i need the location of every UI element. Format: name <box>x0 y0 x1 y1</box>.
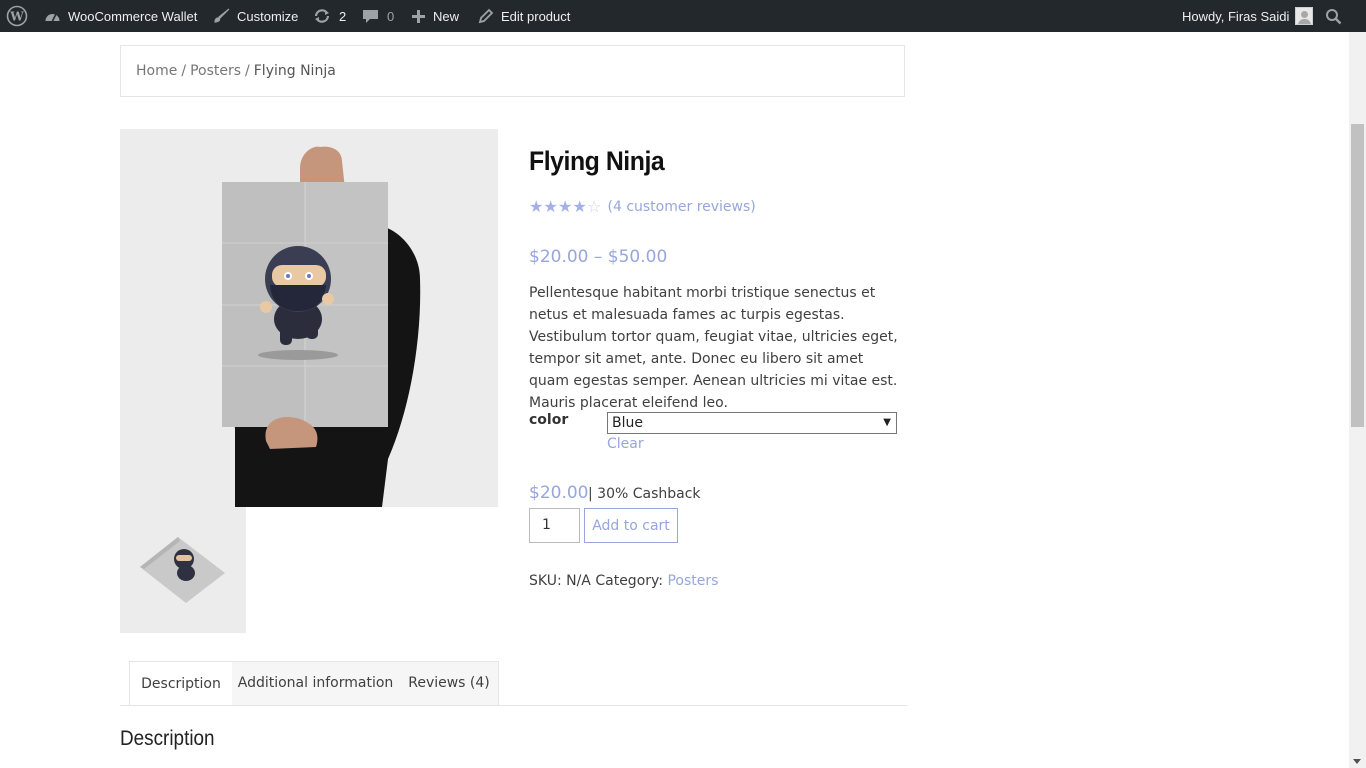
comments-count: 0 <box>387 8 395 24</box>
product-meta: SKU: N/A Category: Posters <box>529 573 718 589</box>
comments-icon <box>362 8 379 24</box>
breadcrumb-separator: / <box>181 63 187 79</box>
star-icon: ★ <box>558 197 573 216</box>
svg-text:W: W <box>9 10 24 24</box>
add-to-cart-button[interactable]: Add to cart <box>584 508 678 543</box>
star-icon: ★ <box>543 197 558 216</box>
tab-additional-information[interactable]: Additional information <box>232 661 399 705</box>
product-short-description: Pellentesque habitant morbi tristique se… <box>529 285 898 411</box>
tab-reviews[interactable]: Reviews (4) <box>399 661 499 705</box>
edit-product-link[interactable]: Edit product <box>478 0 570 32</box>
tabs-divider <box>120 705 907 706</box>
price-range: $20.00 – $50.00 <box>529 247 668 267</box>
customize-link[interactable]: Customize <box>213 0 298 32</box>
dashboard-icon <box>44 9 61 23</box>
star-icon: ★ <box>572 197 587 216</box>
new-label: New <box>433 8 460 24</box>
description-heading: Description <box>120 727 215 750</box>
category-link[interactable]: Posters <box>667 573 718 589</box>
site-name: WooCommerce Wallet <box>68 8 198 24</box>
star-rating-icon: ★ ★ ★ ★ ☆ <box>529 198 602 216</box>
updates-icon <box>313 8 331 24</box>
category-label: Category: <box>595 573 663 589</box>
wordpress-logo-icon[interactable]: W <box>6 0 28 32</box>
admin-bar: W WooCommerce Wallet Customize 2 0 New E… <box>0 0 1366 32</box>
breadcrumb-category-link[interactable]: Posters <box>190 63 241 79</box>
breadcrumb-home-link[interactable]: Home <box>136 63 177 79</box>
variation-label: color <box>529 412 569 428</box>
page-scrollbar[interactable] <box>1349 32 1366 768</box>
scroll-down-arrow-icon[interactable] <box>1353 759 1361 764</box>
brush-icon <box>213 8 230 24</box>
product-main-image[interactable] <box>120 129 498 507</box>
variation-price: $20.00 <box>529 483 589 503</box>
star-empty-icon: ☆ <box>587 197 602 216</box>
tab-description[interactable]: Description <box>129 661 232 705</box>
clear-variation-link[interactable]: Clear <box>607 436 644 452</box>
breadcrumb-separator: / <box>245 63 250 79</box>
sku-value: N/A <box>566 573 591 589</box>
product-rating: ★ ★ ★ ★ ☆ (4 customer reviews) <box>529 198 756 216</box>
scrollbar-thumb[interactable] <box>1351 124 1364 427</box>
search-icon[interactable] <box>1325 0 1342 32</box>
customer-reviews-link[interactable]: (4 customer reviews) <box>608 199 756 215</box>
comments-link[interactable]: 0 <box>362 0 394 32</box>
sku-label: SKU: <box>529 573 562 589</box>
new-content-link[interactable]: New <box>411 0 459 32</box>
site-name-menu[interactable]: WooCommerce Wallet <box>44 0 197 32</box>
updates-link[interactable]: 2 <box>313 0 346 32</box>
my-account-menu[interactable]: Howdy, Firas Saidi <box>1182 0 1314 32</box>
avatar <box>1295 7 1314 25</box>
breadcrumb: Home / Posters / Flying Ninja <box>120 45 905 97</box>
greeting: Howdy, Firas Saidi <box>1182 8 1290 24</box>
quantity-input[interactable]: 1 <box>529 508 580 543</box>
pencil-icon <box>478 8 494 24</box>
dropdown-arrow-icon: ▼ <box>883 417 891 428</box>
breadcrumb-current: Flying Ninja <box>253 63 336 79</box>
product-thumbnail[interactable] <box>120 507 246 633</box>
updates-count: 2 <box>339 8 347 24</box>
product-title: Flying Ninja <box>529 146 665 176</box>
plus-icon <box>411 9 426 24</box>
star-icon: ★ <box>529 197 544 216</box>
edit-product-label: Edit product <box>501 8 571 24</box>
cashback-label: | 30% Cashback <box>588 486 701 502</box>
color-select[interactable]: Blue ▼ <box>607 412 897 434</box>
color-select-value: Blue <box>612 415 643 431</box>
customize-label: Customize <box>237 8 299 24</box>
